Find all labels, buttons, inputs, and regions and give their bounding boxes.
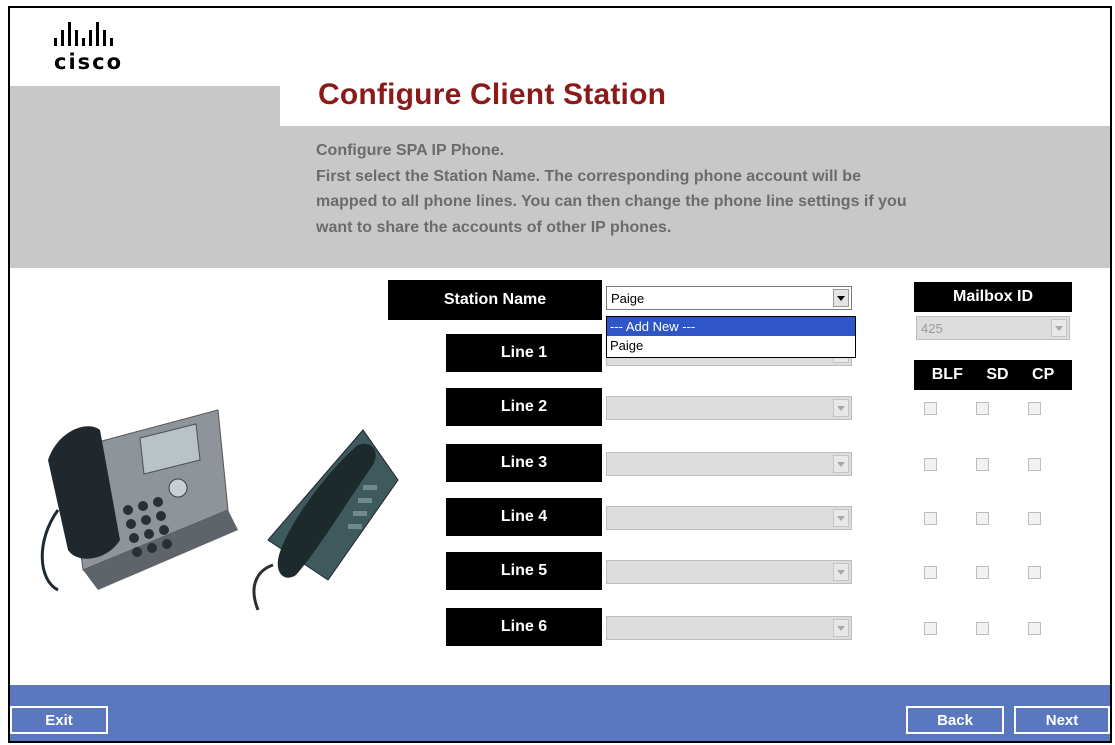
station-name-value: Paige xyxy=(611,290,645,306)
sd-label: SD xyxy=(986,366,1009,383)
line-1-label: Line 1 xyxy=(446,334,602,372)
mailbox-id-select: 425 xyxy=(916,316,1070,340)
line-5-sd-checkbox xyxy=(976,566,989,579)
line-3-cp-checkbox xyxy=(1028,458,1041,471)
station-name-select[interactable]: Paige xyxy=(606,286,852,310)
chevron-down-icon xyxy=(833,509,849,527)
intro-line: First select the Station Name. The corre… xyxy=(316,167,861,185)
flags-header: BLF SD CP xyxy=(914,360,1072,390)
cp-label: CP xyxy=(1032,366,1055,383)
desk-phone-nav-button xyxy=(168,478,188,498)
chevron-down-icon xyxy=(833,619,849,637)
line-4-blf-checkbox xyxy=(924,512,937,525)
line-3-sd-checkbox xyxy=(976,458,989,471)
chevron-down-icon xyxy=(1051,319,1067,337)
line-6-label: Line 6 xyxy=(446,608,602,646)
chevron-down-icon xyxy=(833,455,849,473)
station-name-dropdown: --- Add New --- Paige xyxy=(606,316,856,358)
intro-line: Configure SPA IP Phone. xyxy=(316,142,505,159)
line-3-label: Line 3 xyxy=(446,444,602,482)
chevron-down-icon xyxy=(833,399,849,417)
intro-text: Configure SPA IP Phone. First select the… xyxy=(316,138,1076,240)
phone-cord-2 xyxy=(252,563,274,611)
mailbox-id-value: 425 xyxy=(921,320,943,336)
installer-window: cisco Configure Client Station Configure… xyxy=(8,6,1112,743)
line-4-sd-checkbox xyxy=(976,512,989,525)
intro-line: mapped to all phone lines. You can then … xyxy=(316,193,907,210)
line-6-cp-checkbox xyxy=(1028,622,1041,635)
exit-button[interactable]: Exit xyxy=(10,706,108,734)
back-button[interactable]: Back xyxy=(906,706,1004,734)
intro-line: want to share the accounts of other IP p… xyxy=(316,218,672,236)
line-6-select xyxy=(606,616,852,640)
line-3-blf-checkbox xyxy=(924,458,937,471)
line-2-sd-checkbox xyxy=(976,402,989,415)
line-5-label: Line 5 xyxy=(446,552,602,590)
page-title: Configure Client Station xyxy=(318,78,667,111)
line-2-select xyxy=(606,396,852,420)
header-band-top xyxy=(10,86,280,126)
chevron-down-icon xyxy=(833,563,849,581)
blf-label: BLF xyxy=(931,366,963,383)
line-6-sd-checkbox xyxy=(976,622,989,635)
line-2-label: Line 2 xyxy=(446,388,602,426)
line-4-cp-checkbox xyxy=(1028,512,1041,525)
line-5-cp-checkbox xyxy=(1028,566,1041,579)
chevron-down-icon[interactable] xyxy=(833,289,849,307)
line-3-select xyxy=(606,452,852,476)
mailbox-id-label: Mailbox ID xyxy=(914,282,1072,312)
cisco-logo-bars xyxy=(54,20,123,46)
cisco-logo: cisco xyxy=(54,20,123,74)
station-name-label: Station Name xyxy=(388,280,602,320)
cisco-logo-text: cisco xyxy=(54,50,124,74)
line-5-select xyxy=(606,560,852,584)
line-5-blf-checkbox xyxy=(924,566,937,579)
line-2-blf-checkbox xyxy=(924,402,937,415)
phone-cord xyxy=(40,509,60,592)
line-4-label: Line 4 xyxy=(446,498,602,536)
line-6-blf-checkbox xyxy=(924,622,937,635)
dropdown-option-paige[interactable]: Paige xyxy=(607,336,855,355)
next-button[interactable]: Next xyxy=(1014,706,1110,734)
ip-phones-illustration xyxy=(40,409,399,611)
line-2-cp-checkbox xyxy=(1028,402,1041,415)
line-4-select xyxy=(606,506,852,530)
dropdown-option-add-new[interactable]: --- Add New --- xyxy=(607,317,855,336)
